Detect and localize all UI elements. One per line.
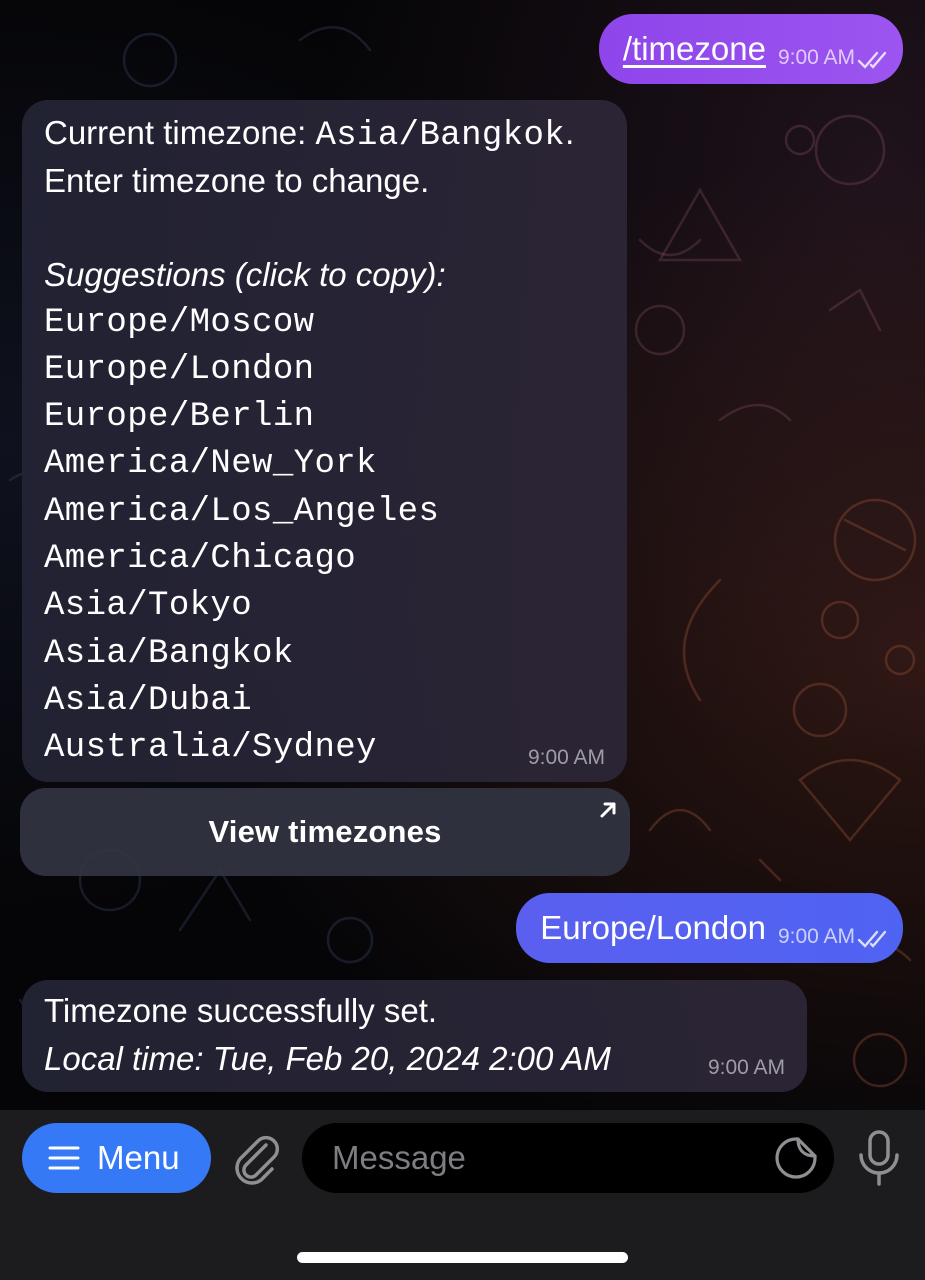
instruction-line: Enter timezone to change.: [44, 162, 430, 199]
arrow-up-right-icon: [600, 802, 616, 818]
suggestion-item[interactable]: Asia/Bangkok: [44, 635, 294, 673]
suggestion-item[interactable]: America/New_York: [44, 445, 377, 483]
suggestion-item[interactable]: Asia/Dubai: [44, 682, 252, 720]
suggestion-item[interactable]: Asia/Tokyo: [44, 587, 252, 625]
suggestion-item[interactable]: America/Los_Angeles: [44, 493, 439, 531]
menu-button[interactable]: Menu: [22, 1123, 211, 1193]
message-text: Europe/London: [540, 909, 766, 946]
microphone-icon[interactable]: [856, 1129, 902, 1187]
message-time: 9:00 AM: [777, 925, 855, 948]
menu-button-label: Menu: [97, 1139, 180, 1176]
message-composer: Menu Message: [0, 1110, 925, 1280]
double-check-icon: [857, 930, 887, 948]
incoming-message-timezone-set: Timezone successfully set. Local time: T…: [22, 980, 807, 1092]
confirmation-line: Timezone successfully set.: [44, 992, 438, 1029]
message-time: 9:00 AM: [707, 1056, 785, 1079]
view-timezones-button[interactable]: View timezones: [20, 788, 630, 876]
double-check-icon: [857, 51, 887, 69]
chat-background: /timezone 9:00 AM Current timezone: Asia…: [0, 0, 925, 1110]
current-timezone-value[interactable]: Asia/Bangkok: [315, 117, 565, 155]
local-time-line: Local time: Tue, Feb 20, 2024 2:00 AM: [44, 1040, 611, 1077]
current-timezone-period: .: [565, 114, 575, 151]
menu-lines-icon: [48, 1146, 80, 1170]
suggestions-heading: Suggestions (click to copy):: [44, 256, 446, 293]
view-timezones-label: View timezones: [208, 814, 442, 849]
outgoing-message-europe-london[interactable]: Europe/London 9:00 AM: [516, 893, 903, 963]
current-timezone-label: Current timezone:: [44, 114, 316, 151]
message-placeholder: Message: [332, 1139, 466, 1176]
home-indicator: [297, 1252, 628, 1263]
suggestion-item[interactable]: America/Chicago: [44, 540, 356, 578]
message-input[interactable]: Message: [302, 1123, 834, 1193]
message-time: 9:00 AM: [527, 746, 605, 769]
message-text[interactable]: /timezone: [623, 14, 766, 84]
suggestion-item[interactable]: Europe/Berlin: [44, 398, 314, 436]
incoming-message-timezone-info: Current timezone: Asia/Bangkok. Enter ti…: [22, 100, 627, 782]
suggestion-item[interactable]: Europe/Moscow: [44, 304, 314, 342]
current-timezone-line: Current timezone: Asia/Bangkok.: [44, 114, 574, 155]
outgoing-message-timezone-command[interactable]: /timezone 9:00 AM: [598, 14, 903, 84]
paperclip-icon[interactable]: [232, 1133, 282, 1185]
sticker-icon[interactable]: [774, 1136, 818, 1180]
suggestion-item[interactable]: Europe/London: [44, 351, 314, 389]
message-time: 9:00 AM: [777, 46, 855, 69]
suggestion-item[interactable]: Australia/Sydney: [44, 729, 377, 767]
